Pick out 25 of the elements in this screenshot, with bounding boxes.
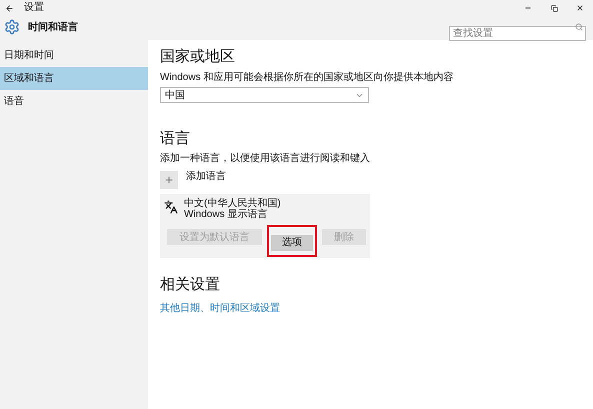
add-language-button[interactable] [160, 171, 178, 189]
section-heading: 相关设置 [160, 276, 221, 294]
language-action-button[interactable]: 选项 [271, 234, 313, 250]
related-settings-link[interactable]: 其他日期、时间和区域设置 [160, 301, 593, 316]
language-icon [164, 200, 178, 214]
plus-icon [164, 175, 174, 185]
window-title: 设置 [24, 3, 44, 13]
add-language-label: 添加语言 [186, 171, 226, 183]
settings-icon [4, 19, 20, 35]
section-heading: 语言 [160, 130, 191, 148]
region-dropdown[interactable]: 中国 [160, 87, 369, 103]
restore-icon [550, 4, 558, 12]
sidebar-item[interactable]: 日期和时间 [0, 44, 148, 67]
language-name: 中文(中华人民共和国) [184, 198, 281, 209]
description-text: 添加一种语言，以便使用该语言进行阅读和键入 [160, 153, 371, 165]
language-subtitle: Windows 显示语言 [184, 209, 268, 220]
sidebar-item[interactable]: 区域和语言 [0, 67, 148, 90]
close-icon [576, 4, 584, 12]
back-arrow-icon [4, 4, 14, 12]
search-icon [575, 22, 583, 30]
description-text: Windows 和应用可能会根据你所在的国家或地区向你提供本地内容 [160, 72, 454, 84]
search-field[interactable]: 查找设置 [449, 26, 586, 40]
sidebar-item[interactable]: 语音 [0, 90, 148, 113]
page-title: 时间和语言 [28, 20, 78, 34]
section-heading: 国家或地区 [160, 48, 236, 66]
